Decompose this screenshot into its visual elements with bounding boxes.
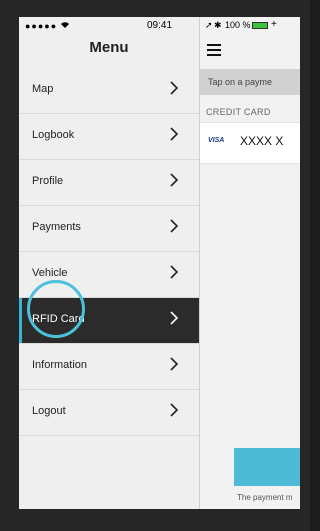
tap-indicator — [27, 280, 85, 338]
status-bar-left: ●●●●● 09:41 — [19, 17, 199, 35]
side-drawer: ●●●●● 09:41 Menu Map Logbook Profile Pay… — [19, 17, 200, 509]
status-bar-right: ➚ ✱ 100 % + — [200, 17, 300, 35]
menu-item-map[interactable]: Map — [19, 68, 199, 114]
menu-item-label: Profile — [32, 175, 64, 187]
hint-bar: Tap on a payme — [200, 69, 300, 95]
add-payment-button[interactable] — [234, 448, 300, 486]
menu-item-label: Logbook — [32, 129, 75, 141]
section-title: CREDIT CARD — [206, 107, 271, 117]
chevron-right-icon — [170, 403, 179, 417]
hint-text: Tap on a payme — [208, 77, 273, 87]
menu-item-profile[interactable]: Profile — [19, 160, 199, 206]
menu-list: Map Logbook Profile Payments Vehicle RFI… — [19, 68, 199, 436]
drawer-title: Menu — [89, 39, 129, 56]
chevron-right-icon — [170, 265, 179, 279]
chevron-right-icon — [170, 311, 179, 325]
menu-item-label: Payments — [32, 221, 81, 233]
chevron-right-icon — [170, 357, 179, 371]
card-number: XXXX X — [240, 134, 284, 148]
chevron-right-icon — [170, 173, 179, 187]
payments-page: ➚ ✱ 100 % + Tap on a payme CREDIT CARD V… — [200, 17, 300, 509]
footer-note: The payment m — [237, 493, 293, 502]
visa-logo-icon: VISA — [208, 137, 225, 144]
menu-item-payments[interactable]: Payments — [19, 206, 199, 252]
chevron-right-icon — [170, 81, 179, 95]
chevron-right-icon — [170, 127, 179, 141]
bluetooth-icon: ✱ — [214, 20, 222, 30]
phone-frame: ➚ ✱ 100 % + Tap on a payme CREDIT CARD V… — [0, 0, 310, 531]
menu-item-label: Logout — [32, 405, 66, 417]
menu-item-logbook[interactable]: Logbook — [19, 114, 199, 160]
menu-item-label: Vehicle — [32, 267, 68, 279]
screen: ➚ ✱ 100 % + Tap on a payme CREDIT CARD V… — [19, 17, 300, 509]
menu-item-label: Map — [32, 83, 54, 95]
menu-item-label: Information — [32, 359, 88, 371]
battery-percent: 100 % — [225, 20, 251, 30]
status-time: 09:41 — [147, 20, 173, 31]
signal-icon: ●●●●● — [25, 21, 58, 31]
hamburger-menu-icon[interactable] — [207, 44, 221, 56]
battery-icon — [252, 22, 268, 29]
charging-icon: + — [271, 19, 277, 30]
menu-item-information[interactable]: Information — [19, 344, 199, 390]
wifi-icon — [60, 21, 70, 31]
menu-item-logout[interactable]: Logout — [19, 390, 199, 436]
credit-card-row[interactable]: VISA XXXX X — [200, 122, 300, 164]
location-icon: ➚ — [205, 20, 213, 30]
chevron-right-icon — [170, 219, 179, 233]
